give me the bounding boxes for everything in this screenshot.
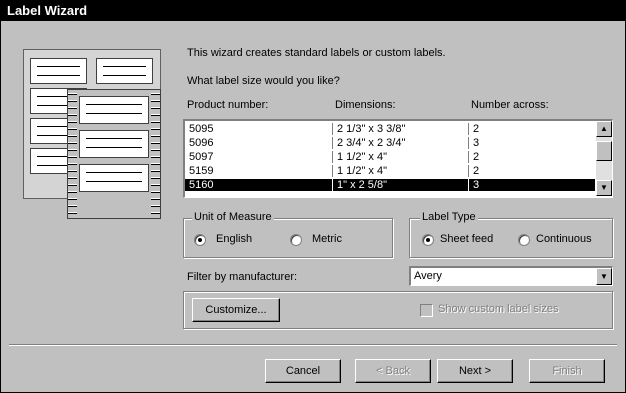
- label-size-list[interactable]: 5095 2 1/3" x 3 3/8" 2 5096 2 3/4" x 2 3…: [183, 119, 613, 198]
- cell-product: 5159: [189, 165, 214, 177]
- show-custom-checkbox[interactable]: [420, 304, 433, 317]
- customize-button[interactable]: Customize...: [192, 298, 280, 322]
- radio-english[interactable]: [194, 234, 206, 246]
- manufacturer-dropdown[interactable]: Avery ▼: [409, 266, 613, 286]
- label-wizard-window: Label Wizard This wizard creates standar…: [0, 0, 626, 393]
- table-row[interactable]: 5096 2 3/4" x 2 3/4" 3: [185, 137, 595, 149]
- radio-continuous-label[interactable]: Continuous: [536, 233, 592, 245]
- finish-button[interactable]: Finish: [529, 359, 605, 383]
- dropdown-arrow-icon[interactable]: ▼: [596, 268, 612, 285]
- unit-of-measure-legend: Unit of Measure: [192, 211, 274, 223]
- cell-dimensions: 2 1/3" x 3 3/8": [337, 123, 406, 135]
- radio-continuous[interactable]: [518, 234, 530, 246]
- intro-text: This wizard creates standard labels or c…: [187, 47, 446, 59]
- cell-dimensions: 1" x 2 5/8": [337, 179, 388, 191]
- radio-sheet-feed-label[interactable]: Sheet feed: [440, 233, 493, 245]
- cell-across: 2: [473, 123, 480, 135]
- cell-across: 3: [473, 137, 480, 149]
- next-button[interactable]: Next >: [437, 359, 513, 383]
- cell-product: 5095: [189, 123, 214, 135]
- cell-dimensions: 2 3/4" x 2 3/4": [337, 137, 406, 149]
- unit-of-measure-group: Unit of Measure English Metric: [183, 211, 393, 258]
- cell-across: 2: [473, 165, 480, 177]
- scroll-down-arrow-icon[interactable]: ▼: [596, 180, 612, 196]
- label-sheets-illustration: [23, 49, 161, 221]
- cell-dimensions: 1 1/2" x 4": [337, 165, 388, 177]
- radio-metric[interactable]: [290, 234, 302, 246]
- table-row-selected[interactable]: 5160 1" x 2 5/8" 3: [185, 179, 595, 191]
- customize-group: Customize... Show custom label sizes: [183, 291, 613, 329]
- cancel-button[interactable]: Cancel: [265, 359, 341, 383]
- footer-divider: [9, 344, 617, 346]
- table-row[interactable]: 5095 2 1/3" x 3 3/8" 2: [185, 123, 595, 135]
- continuous-feed-graphic: [67, 89, 161, 219]
- cell-across: 3: [473, 179, 480, 191]
- radio-english-label[interactable]: English: [216, 233, 252, 245]
- filter-label: Filter by manufacturer:: [187, 271, 298, 283]
- cell-across: 2: [473, 151, 480, 163]
- table-row[interactable]: 5159 1 1/2" x 4" 2: [185, 165, 595, 177]
- scroll-thumb[interactable]: [596, 141, 612, 161]
- col-header-across: Number across:: [471, 99, 549, 111]
- manufacturer-value: Avery: [414, 270, 442, 282]
- col-header-dimensions: Dimensions:: [335, 99, 396, 111]
- table-row[interactable]: 5097 1 1/2" x 4" 2: [185, 151, 595, 163]
- size-question: What label size would you like?: [187, 75, 340, 87]
- label-type-legend: Label Type: [420, 211, 478, 223]
- title-bar: Label Wizard: [1, 1, 625, 21]
- cell-dimensions: 1 1/2" x 4": [337, 151, 388, 163]
- show-custom-label[interactable]: Show custom label sizes: [438, 303, 558, 315]
- cell-product: 5097: [189, 151, 214, 163]
- cell-product: 5096: [189, 137, 214, 149]
- scroll-up-arrow-icon[interactable]: ▲: [596, 121, 612, 137]
- cell-product: 5160: [189, 179, 214, 191]
- radio-sheet-feed[interactable]: [422, 234, 434, 246]
- back-button[interactable]: < Back: [355, 359, 431, 383]
- col-header-product: Product number:: [187, 99, 269, 111]
- list-scrollbar[interactable]: ▲ ▼: [596, 121, 612, 196]
- radio-metric-label[interactable]: Metric: [312, 233, 342, 245]
- label-type-group: Label Type Sheet feed Continuous: [409, 211, 613, 258]
